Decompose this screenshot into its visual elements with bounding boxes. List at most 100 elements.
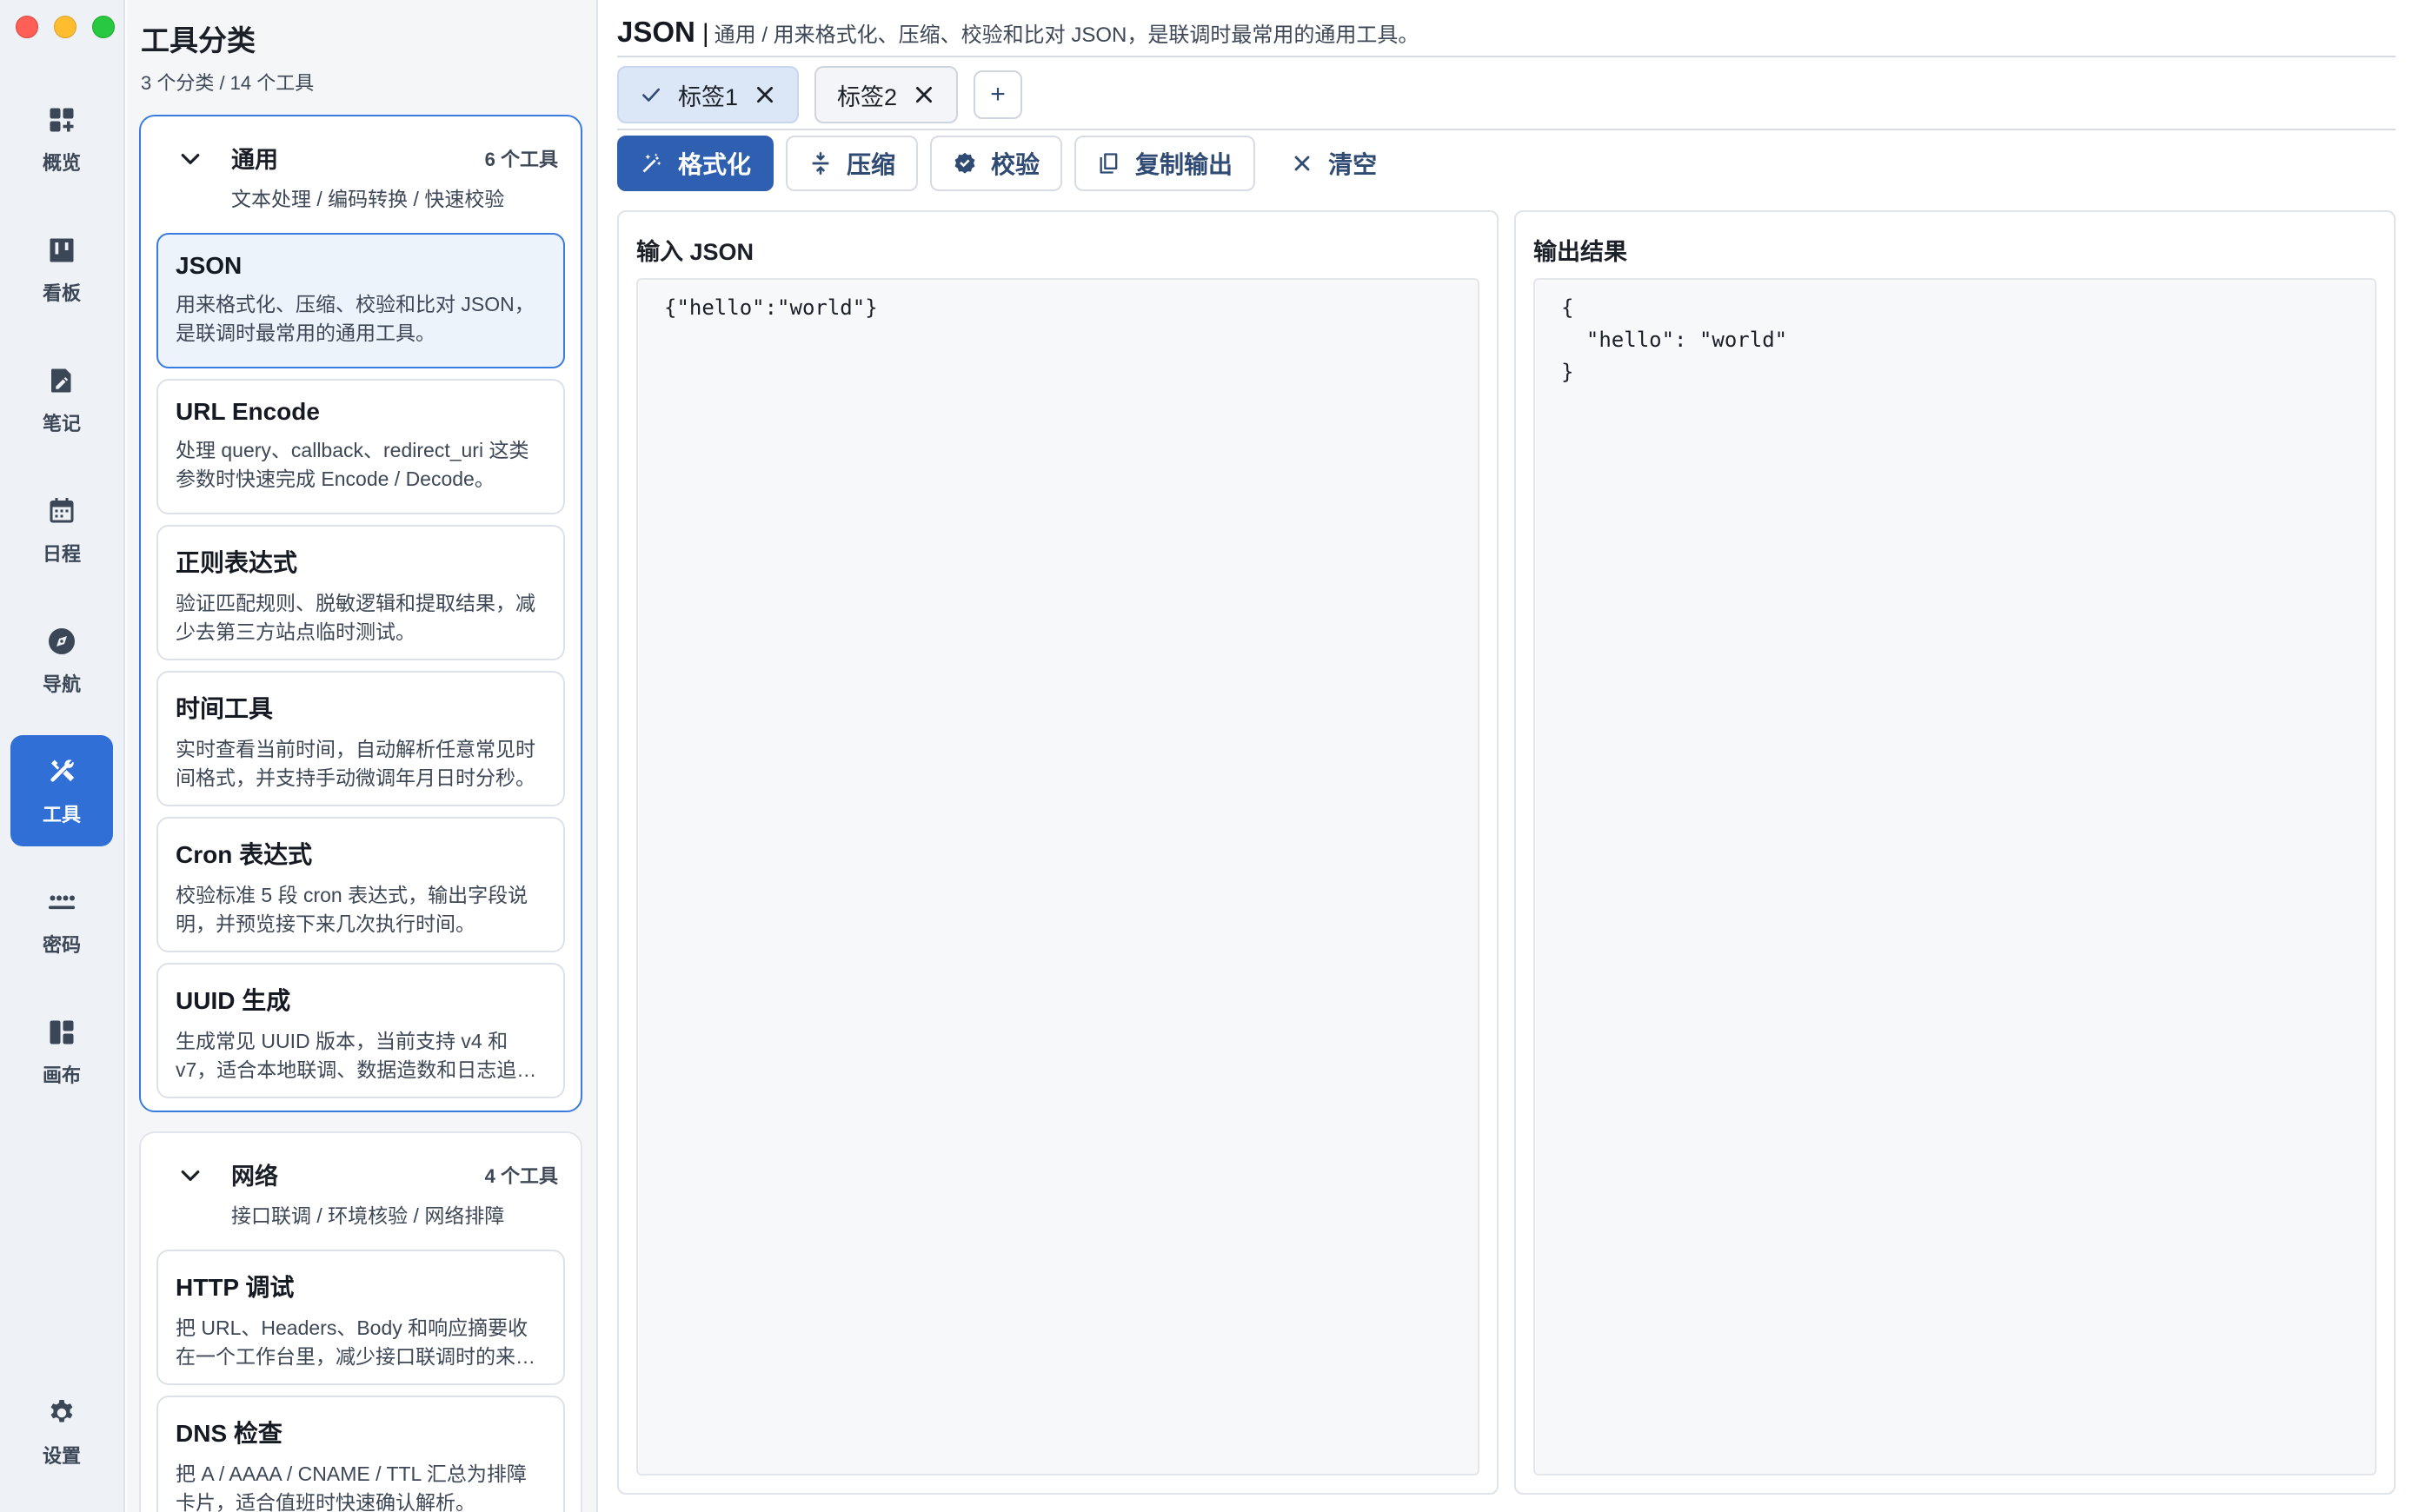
json-input-editor[interactable]: {"hello":"world"} xyxy=(636,278,1479,1476)
tool-desc: 用来格式化、压缩、校验和比对 JSON，是联调时最常用的通用工具。 xyxy=(176,293,535,344)
nav-rail: 概览 看板 笔记 日程 导航 工具 密码 画布 设置 xyxy=(0,0,125,1512)
input-pane-title: 输入 JSON xyxy=(636,239,754,265)
tool-name: URL Encode xyxy=(176,398,320,425)
minimize-window-button[interactable] xyxy=(54,16,76,38)
close-icon xyxy=(1294,156,1310,171)
category-group-desc: 接口联调 / 环境核验 / 网络排障 xyxy=(231,1204,505,1227)
compass-icon xyxy=(44,624,79,659)
password-icon xyxy=(44,885,79,919)
category-group-name: 网络 xyxy=(231,1164,278,1190)
category-group-header[interactable]: 通用 6 个工具 文本处理 / 编码转换 / 快速校验 xyxy=(141,116,581,214)
format-button-label: 格式化 xyxy=(678,151,752,178)
format-button[interactable]: 格式化 xyxy=(617,136,774,191)
compress-button-label: 压缩 xyxy=(847,151,896,178)
rail-item-settings[interactable]: 设置 xyxy=(10,1376,113,1488)
tools-icon xyxy=(44,754,79,789)
rail-item-notes[interactable]: 笔记 xyxy=(10,344,113,455)
rail-item-tools[interactable]: 工具 xyxy=(10,735,113,846)
tool-name: Cron 表达式 xyxy=(176,841,313,868)
tool-card-dns[interactable]: DNS 检查 把 A / AAAA / CNAME / TTL 汇总为排障卡片，… xyxy=(156,1396,565,1512)
tool-card-cron[interactable]: Cron 表达式 校验标准 5 段 cron 表达式，输出字段说明，并预览接下来… xyxy=(156,817,565,952)
tool-desc: 实时查看当前时间，自动解析任意常见时间格式，并支持手动微调年月日时分秒。 xyxy=(176,738,535,789)
output-pane-title: 输出结果 xyxy=(1533,239,1627,265)
tab-bar: 标签1 标签2 + xyxy=(617,66,1023,123)
copy-icon xyxy=(1100,153,1118,174)
category-group-count: 6 个工具 xyxy=(484,149,558,170)
clear-button-label: 清空 xyxy=(1328,151,1378,178)
magic-wand-icon xyxy=(642,153,661,173)
json-output-viewer[interactable]: { "hello": "world" } xyxy=(1533,278,2376,1476)
rail-item-label: 导航 xyxy=(42,673,81,695)
main-area: JSON | 通用 / 用来格式化、压缩、校验和比对 JSON，是联调时最常用的通用… xyxy=(600,0,2413,1512)
rail-item-label: 概览 xyxy=(42,152,81,174)
category-group-network: 网络 4 个工具 接口联调 / 环境核验 / 网络排障 HTTP 调试 把 UR… xyxy=(139,1131,582,1512)
rail-item-navigation[interactable]: 导航 xyxy=(10,605,113,716)
rail-item-overview[interactable]: 概览 xyxy=(10,83,113,195)
add-tab-button[interactable]: + xyxy=(974,70,1023,119)
output-pane: 输出结果 { "hello": "world" } xyxy=(1514,210,2396,1495)
tab-label: 标签1 xyxy=(678,83,739,110)
validate-button[interactable]: 校验 xyxy=(930,136,1063,191)
validate-button-label: 校验 xyxy=(991,151,1040,178)
calendar-icon xyxy=(44,494,79,528)
tool-card-time[interactable]: 时间工具 实时查看当前时间，自动解析任意常见时间格式，并支持手动微调年月日时分秒… xyxy=(156,671,565,806)
tool-name: UUID 生成 xyxy=(176,987,291,1014)
compress-icon xyxy=(812,152,829,175)
tool-name: DNS 检查 xyxy=(176,1420,283,1447)
rail-item-canvas[interactable]: 画布 xyxy=(10,996,113,1107)
compress-button[interactable]: 压缩 xyxy=(786,136,919,191)
tool-desc: 验证匹配规则、脱敏逻辑和提取结果，减少去第三方站点临时测试。 xyxy=(176,592,535,643)
app-window: 概览 看板 笔记 日程 导航 工具 密码 画布 设置 工具分类 3 个分类 / … xyxy=(0,0,2413,1512)
header-separator: | xyxy=(701,19,709,48)
tool-name: 正则表达式 xyxy=(176,549,298,576)
category-group-desc: 文本处理 / 编码转换 / 快速校验 xyxy=(231,188,505,210)
header-divider xyxy=(617,56,2396,57)
category-panel-title: 工具分类 xyxy=(141,24,256,56)
page-title: JSON xyxy=(617,16,695,48)
tool-name: 时间工具 xyxy=(176,695,274,722)
tool-desc: 把 A / AAAA / CNAME / TTL 汇总为排障卡片，适合值班时快速… xyxy=(176,1462,527,1512)
input-pane: 输入 JSON {"hello":"world"} xyxy=(617,210,1499,1495)
tool-card-json[interactable]: JSON 用来格式化、压缩、校验和比对 JSON，是联调时最常用的通用工具。 xyxy=(156,233,565,368)
tool-name: HTTP 调试 xyxy=(176,1274,295,1301)
rail-item-label: 画布 xyxy=(42,1064,81,1086)
rail-item-schedule[interactable]: 日程 xyxy=(10,474,113,586)
copy-output-button[interactable]: 复制输出 xyxy=(1074,136,1256,191)
category-group-name: 通用 xyxy=(231,147,278,173)
chevron-down-icon[interactable] xyxy=(177,1163,203,1189)
rail-item-label: 密码 xyxy=(42,934,81,956)
dashboard-add-icon xyxy=(44,103,79,137)
rail-item-kanban[interactable]: 看板 xyxy=(10,214,113,325)
close-window-button[interactable] xyxy=(16,16,38,38)
category-group-header[interactable]: 网络 4 个工具 接口联调 / 环境核验 / 网络排障 xyxy=(141,1133,581,1230)
page-subtitle: 通用 / 用来格式化、压缩、校验和比对 JSON，是联调时最常用的通用工具。 xyxy=(714,23,1419,47)
rail-item-label: 工具 xyxy=(42,804,81,826)
close-icon[interactable] xyxy=(913,83,935,106)
note-edit-icon xyxy=(44,363,79,398)
rail-item-label: 日程 xyxy=(42,543,81,565)
toolbar: 格式化 压缩 校验 复制输出 清空 xyxy=(617,136,1399,191)
window-controls xyxy=(16,16,115,38)
tool-card-uuid[interactable]: UUID 生成 生成常见 UUID 版本，当前支持 v4 和 v7，适合本地联调… xyxy=(156,963,565,1098)
clear-button[interactable]: 清空 xyxy=(1267,136,1399,191)
tabs-divider xyxy=(617,129,2396,130)
rail-item-label: 设置 xyxy=(42,1445,81,1467)
category-panel: 工具分类 3 个分类 / 14 个工具 通用 6 个工具 文本处理 / 编码转换… xyxy=(127,0,598,1512)
tool-card-url-encode[interactable]: URL Encode 处理 query、callback、redirect_ur… xyxy=(156,379,565,514)
tool-desc: 生成常见 UUID 版本，当前支持 v4 和 v7，适合本地联调、数据造数和日志… xyxy=(176,1030,517,1081)
tool-header: JSON | 通用 / 用来格式化、压缩、校验和比对 JSON，是联调时最常用的通用… xyxy=(617,16,1419,49)
close-icon[interactable] xyxy=(754,83,776,106)
category-group-general: 通用 6 个工具 文本处理 / 编码转换 / 快速校验 JSON 用来格式化、压… xyxy=(139,115,582,1112)
canvas-layout-icon xyxy=(44,1015,79,1050)
chevron-down-icon[interactable] xyxy=(177,146,203,172)
gear-icon xyxy=(44,1396,79,1430)
copy-output-button-label: 复制输出 xyxy=(1135,151,1233,178)
rail-item-password[interactable]: 密码 xyxy=(10,865,113,977)
tool-card-http[interactable]: HTTP 调试 把 URL、Headers、Body 和响应摘要收在一个工作台里… xyxy=(156,1250,565,1385)
tab-1[interactable]: 标签1 xyxy=(617,66,800,123)
zoom-window-button[interactable] xyxy=(92,16,115,38)
tab-2[interactable]: 标签2 xyxy=(814,66,959,123)
tool-desc: 处理 query、callback、redirect_uri 这类参数时快速完成… xyxy=(176,439,529,490)
tool-card-regex[interactable]: 正则表达式 验证匹配规则、脱敏逻辑和提取结果，减少去第三方站点临时测试。 xyxy=(156,525,565,660)
tool-desc: 把 URL、Headers、Body 和响应摘要收在一个工作台里，减少接口联调时… xyxy=(176,1316,535,1368)
